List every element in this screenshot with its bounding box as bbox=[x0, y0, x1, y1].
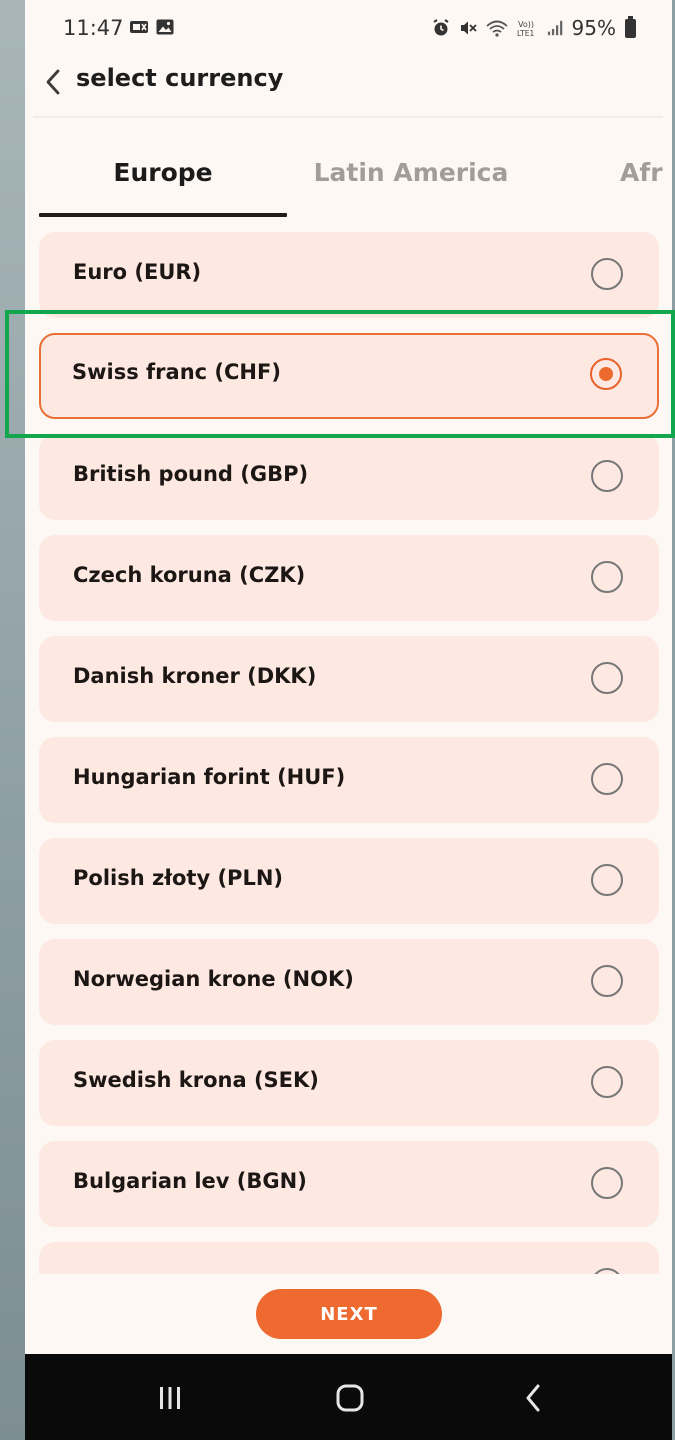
header-divider bbox=[33, 116, 663, 118]
currency-label: Bulgarian lev (BGN) bbox=[73, 1169, 307, 1193]
battery-percent: 95% bbox=[571, 16, 616, 40]
app-header: select currency bbox=[25, 56, 672, 118]
currency-label: Danish kroner (DKK) bbox=[73, 664, 317, 688]
notification-icons bbox=[129, 17, 175, 37]
currency-item-huf[interactable]: Hungarian forint (HUF) bbox=[39, 737, 659, 823]
currency-label: Norwegian krone (NOK) bbox=[73, 967, 354, 991]
region-tabs: Europe Latin America Afr bbox=[25, 140, 672, 218]
currency-label: Swiss franc (CHF) bbox=[72, 360, 281, 384]
currency-label: Euro (EUR) bbox=[73, 260, 202, 284]
volte-icon: Vo)) LTE1 bbox=[517, 20, 534, 38]
currency-item-chf[interactable]: Swiss franc (CHF) bbox=[39, 333, 659, 419]
radio-button[interactable] bbox=[591, 1167, 623, 1199]
currency-label: Czech koruna (CZK) bbox=[73, 563, 306, 587]
radio-button[interactable] bbox=[591, 1268, 623, 1274]
signal-icon bbox=[547, 20, 562, 36]
mute-icon bbox=[460, 21, 477, 35]
currency-list[interactable]: Euro (EUR) Swiss franc (CHF) British pou… bbox=[25, 232, 672, 1274]
currency-item-pln[interactable]: Polish złoty (PLN) bbox=[39, 838, 659, 924]
currency-item-eur[interactable]: Euro (EUR) bbox=[39, 232, 659, 318]
radio-button[interactable] bbox=[591, 864, 623, 896]
currency-label: Swedish krona (SEK) bbox=[73, 1068, 319, 1092]
alarm-icon bbox=[432, 19, 449, 36]
radio-button[interactable] bbox=[591, 258, 623, 290]
system-nav-bar bbox=[25, 1354, 672, 1440]
chevron-left-icon bbox=[46, 69, 60, 95]
radio-button[interactable] bbox=[591, 460, 623, 492]
app-screen: 11:47 Vo)) LTE1 95% select currency Euro… bbox=[25, 0, 672, 1440]
recents-icon bbox=[160, 1387, 180, 1409]
radio-dot bbox=[598, 366, 613, 381]
wifi-icon bbox=[485, 20, 508, 37]
active-tab-indicator bbox=[39, 213, 287, 217]
tab-latin-america[interactable]: Latin America bbox=[287, 158, 535, 187]
status-time: 11:47 bbox=[63, 16, 124, 40]
radio-button[interactable] bbox=[591, 763, 623, 795]
currency-item-gbp[interactable]: British pound (GBP) bbox=[39, 434, 659, 520]
currency-item-dkk[interactable]: Danish kroner (DKK) bbox=[39, 636, 659, 722]
radio-button[interactable] bbox=[591, 1066, 623, 1098]
next-button[interactable]: NEXT bbox=[256, 1289, 442, 1339]
back-button[interactable] bbox=[33, 62, 73, 102]
page-title: select currency bbox=[76, 64, 284, 92]
image-icon bbox=[156, 19, 174, 35]
system-status-icons: Vo)) LTE1 95% bbox=[431, 15, 636, 40]
currency-item-nok[interactable]: Norwegian krone (NOK) bbox=[39, 939, 659, 1025]
currency-label: British pound (GBP) bbox=[73, 462, 309, 486]
tab-africa[interactable]: Afr bbox=[620, 158, 663, 187]
tab-europe[interactable]: Europe bbox=[39, 158, 287, 187]
back-nav-button[interactable] bbox=[511, 1376, 555, 1420]
sim-icon bbox=[130, 21, 148, 33]
radio-button[interactable] bbox=[591, 662, 623, 694]
background-left bbox=[0, 0, 25, 1440]
currency-item-czk[interactable]: Czech koruna (CZK) bbox=[39, 535, 659, 621]
home-icon bbox=[336, 1384, 364, 1412]
currency-item-sek[interactable]: Swedish krona (SEK) bbox=[39, 1040, 659, 1126]
currency-item-partial[interactable] bbox=[39, 1242, 659, 1274]
radio-button[interactable] bbox=[591, 561, 623, 593]
svg-text:LTE1: LTE1 bbox=[517, 29, 534, 38]
svg-text:Vo)): Vo)) bbox=[518, 20, 534, 29]
home-button[interactable] bbox=[328, 1376, 372, 1420]
radio-button-selected[interactable] bbox=[590, 358, 622, 390]
recents-button[interactable] bbox=[148, 1376, 192, 1420]
currency-label: Hungarian forint (HUF) bbox=[73, 765, 346, 789]
currency-item-bgn[interactable]: Bulgarian lev (BGN) bbox=[39, 1141, 659, 1227]
currency-label: Polish złoty (PLN) bbox=[73, 866, 283, 890]
status-bar: 11:47 Vo)) LTE1 95% bbox=[25, 0, 672, 56]
battery-icon bbox=[625, 15, 636, 38]
radio-button[interactable] bbox=[591, 965, 623, 997]
back-icon bbox=[526, 1384, 540, 1412]
